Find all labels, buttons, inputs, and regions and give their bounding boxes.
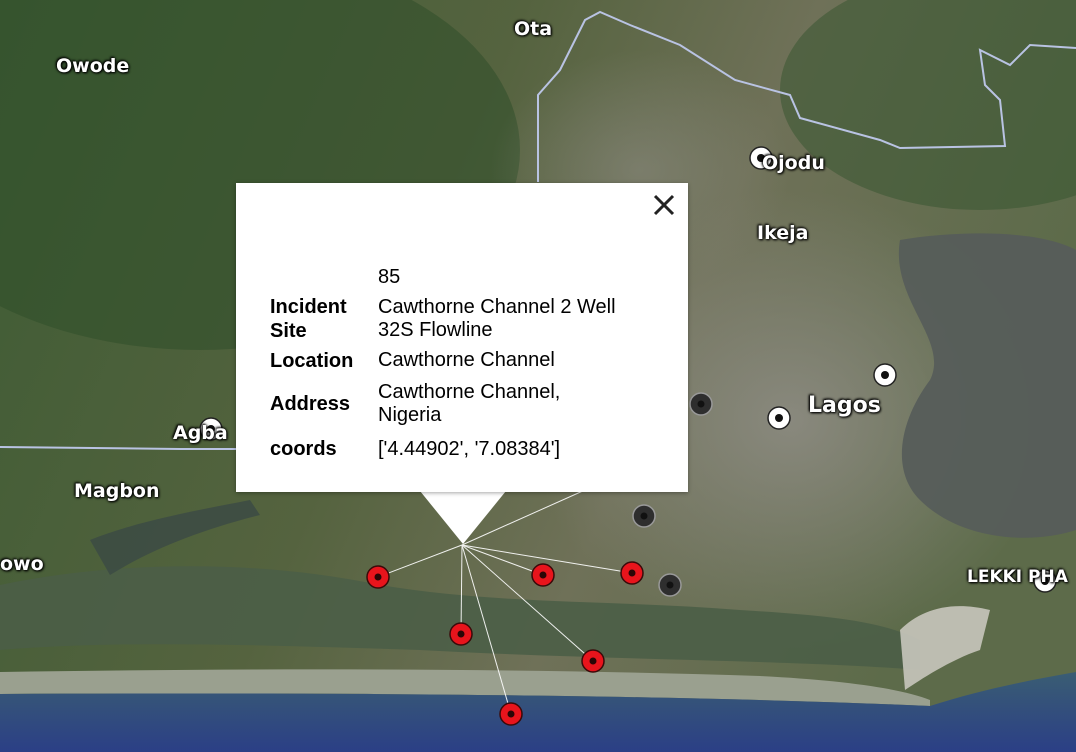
location-marker-dark[interactable]	[658, 573, 682, 597]
popup-key: Address	[270, 393, 351, 415]
close-icon[interactable]	[650, 191, 678, 219]
popup-value: Cawthorne Channel, Nigeria	[378, 381, 561, 426]
location-marker-dark[interactable]	[632, 504, 656, 528]
incident-marker[interactable]	[499, 702, 523, 726]
popup-key: coords	[270, 438, 337, 460]
place-label-owode: Owode	[56, 55, 130, 77]
popup-key: Incident Site	[270, 296, 347, 342]
incident-marker[interactable]	[620, 561, 644, 585]
popup-row-incident-site: Incident Site Cawthorne Channel 2 Well 3…	[270, 293, 618, 345]
popup-tail	[420, 491, 506, 544]
popup-attribute-table: 85 Incident Site Cawthorne Channel 2 Wel…	[270, 255, 618, 466]
place-label-owo: owo	[0, 553, 44, 575]
location-marker-white[interactable]	[767, 406, 791, 430]
place-label-ikeja: Ikeja	[757, 222, 809, 244]
place-label-lagos: Lagos	[808, 393, 881, 418]
popup-key: Location	[270, 349, 354, 372]
location-marker-dark[interactable]	[689, 392, 713, 416]
popup-value: ['4.44902', '7.08384']	[378, 437, 561, 460]
incident-marker[interactable]	[581, 649, 605, 673]
place-label-ota: Ota	[514, 18, 553, 40]
popup-key-empty	[270, 255, 378, 293]
location-marker-white[interactable]	[873, 363, 897, 387]
place-label-agba: Agba	[173, 422, 228, 444]
popup-value: Cawthorne Channel 2 Well 32S Flowline	[378, 296, 616, 341]
incident-marker[interactable]	[531, 563, 555, 587]
popup-row-id: 85	[270, 255, 618, 293]
incident-marker[interactable]	[449, 622, 473, 646]
incident-popup: 85 Incident Site Cawthorne Channel 2 Wel…	[236, 183, 688, 492]
incident-marker[interactable]	[366, 565, 390, 589]
close-button[interactable]	[650, 191, 678, 219]
popup-row-coords: coords ['4.44902', '7.08384']	[270, 432, 618, 466]
place-label-ojodu: Ojodu	[762, 152, 825, 174]
popup-row-address: Address Cawthorne Channel, Nigeria	[270, 376, 618, 432]
place-label-magbon: Magbon	[74, 480, 160, 502]
popup-value: Cawthorne Channel	[378, 349, 555, 371]
place-label-lekki: LEKKI PHA	[967, 567, 1068, 587]
popup-id-value: 85	[378, 266, 401, 288]
popup-row-location: Location Cawthorne Channel	[270, 345, 618, 376]
